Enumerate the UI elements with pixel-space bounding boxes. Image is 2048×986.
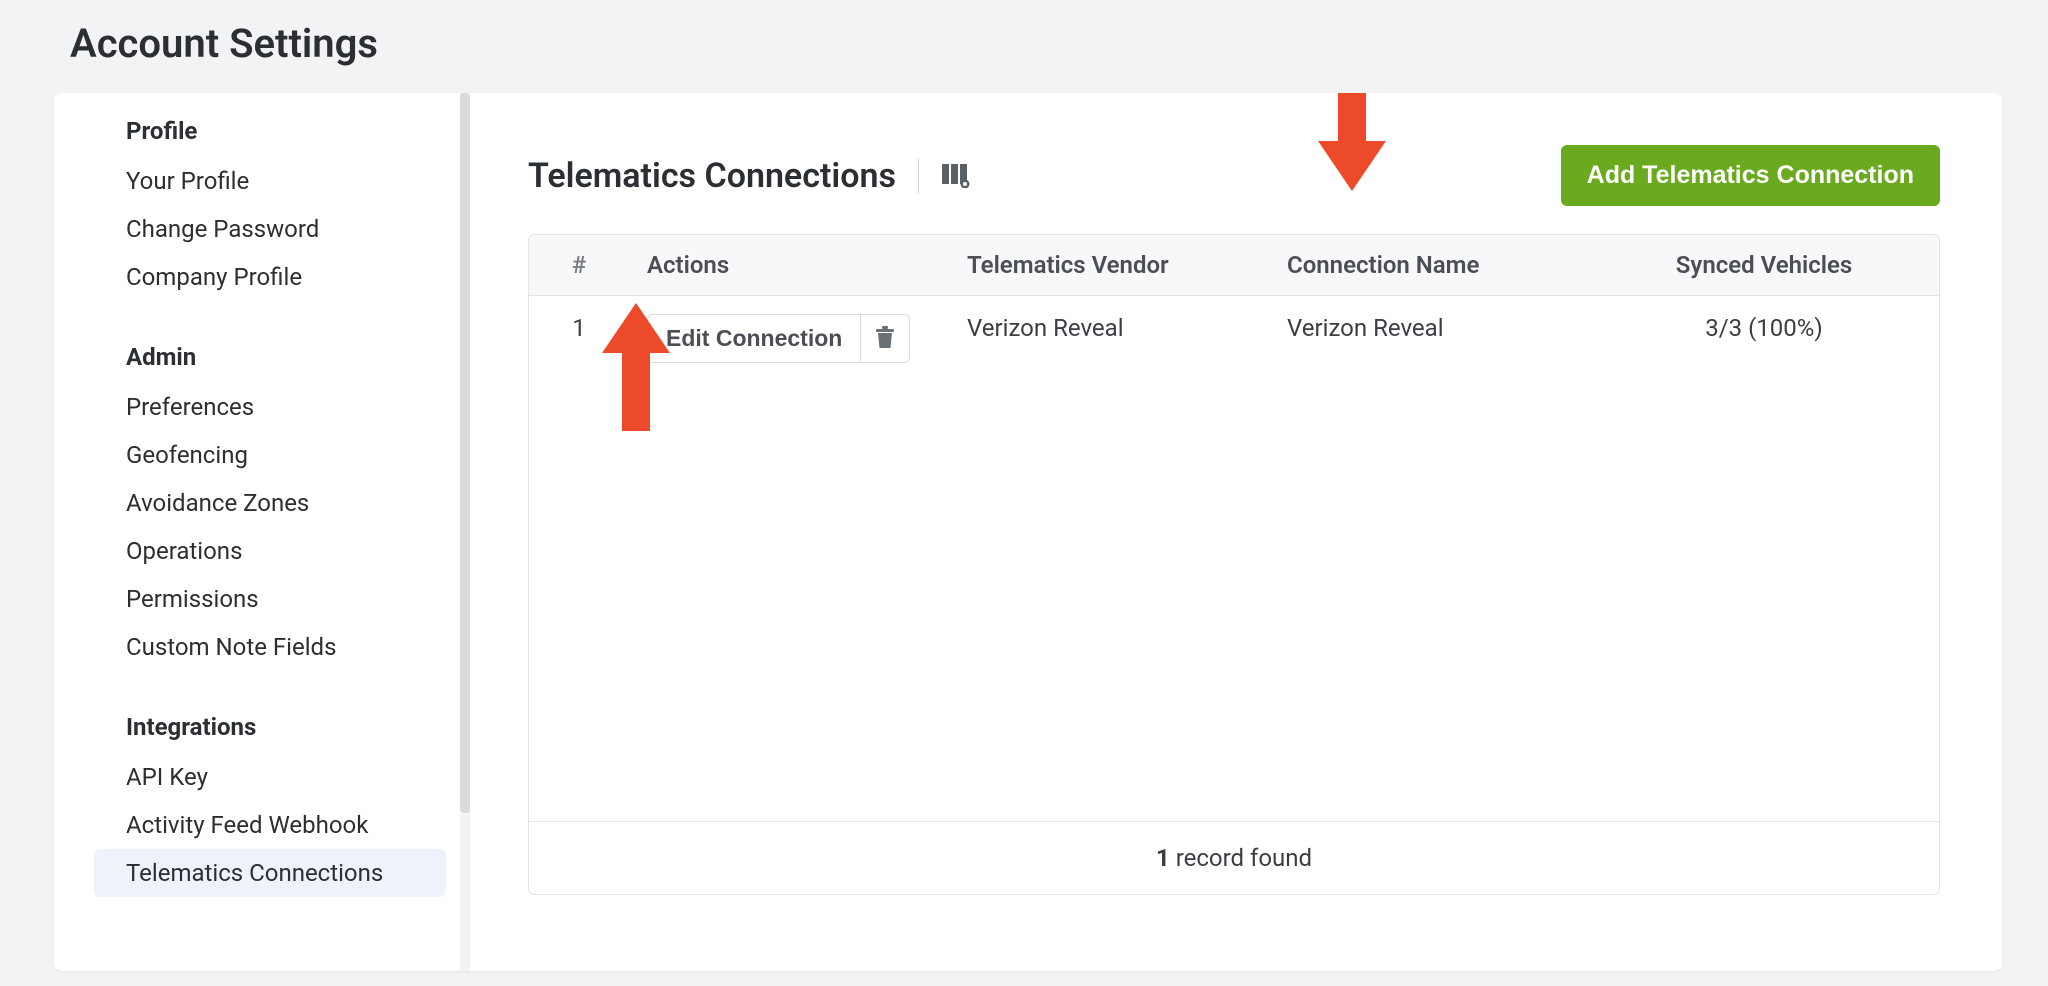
sidebar-item-telematics-connections[interactable]: Telematics Connections	[94, 849, 446, 897]
col-header-num[interactable]: #	[529, 235, 629, 296]
trash-icon	[875, 326, 895, 351]
delete-connection-button[interactable]	[861, 315, 909, 362]
cell-synced: 3/3 (100%)	[1589, 296, 1939, 382]
sidebar-item-permissions[interactable]: Permissions	[94, 575, 446, 623]
sidebar-item-activity-feed-webhook[interactable]: Activity Feed Webhook	[94, 801, 446, 849]
table-footer: 1 record found	[529, 821, 1939, 894]
main-title-wrap: Telematics Connections	[528, 156, 971, 196]
main-title: Telematics Connections	[528, 156, 896, 196]
sidebar-item-operations[interactable]: Operations	[94, 527, 446, 575]
col-header-synced[interactable]: Synced Vehicles	[1589, 235, 1939, 296]
cell-vendor: Verizon Reveal	[949, 296, 1269, 382]
edit-connection-button[interactable]: Edit Connection	[648, 315, 861, 362]
cell-name: Verizon Reveal	[1269, 296, 1589, 382]
row-actions-group: Edit Connection	[647, 314, 910, 363]
footer-count: 1	[1156, 844, 1170, 872]
sidebar-heading-integrations: Integrations	[94, 711, 470, 753]
page-title: Account Settings	[0, 0, 2048, 93]
col-header-vendor[interactable]: Telematics Vendor	[949, 235, 1269, 296]
vertical-divider	[918, 159, 919, 193]
table-row: 1 Edit Connection	[529, 296, 1939, 382]
sidebar-item-change-password[interactable]: Change Password	[94, 205, 446, 253]
table-header-row: # Actions Telematics Vendor Connection N…	[529, 235, 1939, 296]
main-content: Telematics Connections Add Telematics Co…	[470, 93, 2002, 971]
connections-table-wrap: # Actions Telematics Vendor Connection N…	[528, 234, 1940, 895]
sidebar-item-company-profile[interactable]: Company Profile	[94, 253, 446, 301]
cell-actions: Edit Connection	[629, 296, 949, 382]
footer-text: record found	[1170, 844, 1312, 872]
sidebar-heading-admin: Admin	[94, 341, 470, 383]
sidebar-item-geofencing[interactable]: Geofencing	[94, 431, 446, 479]
sidebar-item-custom-note-fields[interactable]: Custom Note Fields	[94, 623, 446, 671]
sidebar-item-avoidance-zones[interactable]: Avoidance Zones	[94, 479, 446, 527]
connections-table: # Actions Telematics Vendor Connection N…	[529, 235, 1939, 821]
settings-panel: Profile Your Profile Change Password Com…	[54, 93, 2002, 971]
col-header-actions[interactable]: Actions	[629, 235, 949, 296]
sidebar-item-preferences[interactable]: Preferences	[94, 383, 446, 431]
sidebar-scrollbar-track[interactable]	[460, 93, 470, 971]
sidebar-item-your-profile[interactable]: Your Profile	[94, 157, 446, 205]
cell-num: 1	[529, 296, 629, 382]
table-body-spacer	[529, 381, 1939, 821]
sidebar-item-api-key[interactable]: API Key	[94, 753, 446, 801]
sidebar-scrollbar-thumb[interactable]	[460, 93, 470, 813]
col-header-name[interactable]: Connection Name	[1269, 235, 1589, 296]
add-telematics-connection-button[interactable]: Add Telematics Connection	[1561, 145, 1940, 206]
sidebar: Profile Your Profile Change Password Com…	[54, 93, 470, 971]
columns-settings-icon[interactable]	[941, 162, 971, 190]
sidebar-heading-profile: Profile	[94, 115, 470, 157]
main-header: Telematics Connections Add Telematics Co…	[528, 145, 1940, 206]
